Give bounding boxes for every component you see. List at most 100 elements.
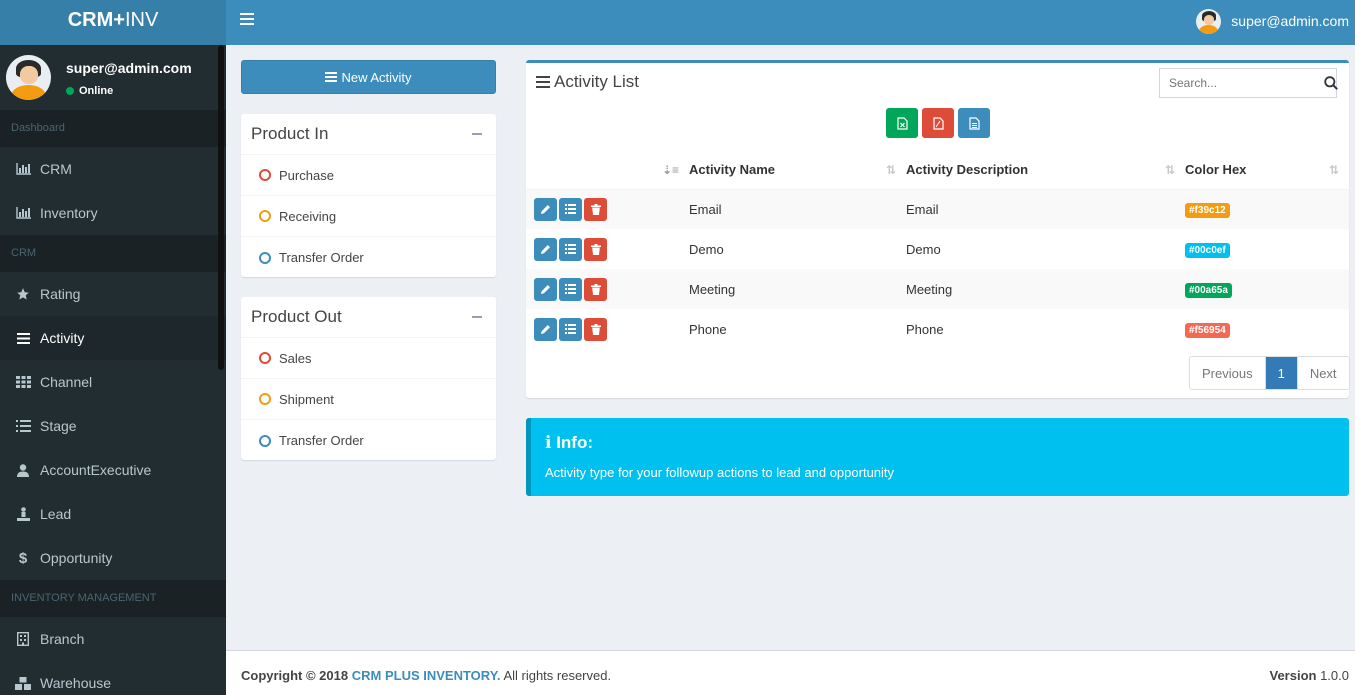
delete-button[interactable] bbox=[584, 197, 607, 221]
details-button[interactable] bbox=[559, 317, 582, 341]
trash-icon bbox=[590, 243, 601, 255]
sidebar-item-label: AccountExecutive bbox=[40, 462, 152, 478]
sidebar-item-label: Lead bbox=[40, 506, 72, 522]
product-out-transfer-order[interactable]: Transfer Order bbox=[241, 420, 496, 461]
building-icon bbox=[15, 632, 31, 646]
circle-icon bbox=[259, 210, 271, 222]
list-icon bbox=[565, 324, 576, 334]
sidebar-item-stage[interactable]: Stage bbox=[0, 404, 226, 448]
edit-button[interactable] bbox=[534, 277, 557, 301]
cell-activity-description: Demo bbox=[906, 241, 941, 257]
product-in-title: Product In bbox=[241, 114, 496, 155]
info-message: Activity type for your followup actions … bbox=[545, 465, 895, 480]
dollar-icon: $ bbox=[18, 549, 28, 567]
lead-icon bbox=[15, 507, 31, 521]
sidebar-item-channel[interactable]: Channel bbox=[0, 360, 226, 404]
cell-activity-name: Demo bbox=[689, 241, 724, 257]
export-excel-button[interactable] bbox=[886, 108, 918, 138]
list-icon bbox=[15, 420, 31, 432]
product-out-box: Product Out Sales Shipment Transfer Orde… bbox=[241, 297, 496, 460]
new-activity-button[interactable]: New Activity bbox=[241, 60, 496, 94]
details-button[interactable] bbox=[559, 197, 582, 221]
column-header-activity-description[interactable]: Activity Description ⇅ bbox=[906, 151, 1185, 190]
bar-chart-icon bbox=[15, 163, 31, 175]
pagination: Previous 1 Next bbox=[1189, 356, 1350, 390]
search-box bbox=[1159, 68, 1338, 98]
sort-icon: ⇅ bbox=[1328, 163, 1339, 177]
product-in-transfer-order[interactable]: Transfer Order bbox=[241, 237, 496, 278]
product-out-shipment[interactable]: Shipment bbox=[241, 379, 496, 420]
cell-activity-name: Meeting bbox=[689, 269, 906, 309]
delete-button[interactable] bbox=[584, 277, 607, 301]
sidebar-header-dashboard: Dashboard bbox=[0, 110, 226, 147]
sidebar-item-inventory[interactable]: Inventory bbox=[0, 191, 226, 235]
activity-list-title: Activity List bbox=[536, 72, 639, 92]
bar-chart-icon bbox=[15, 207, 31, 219]
pagination-page-1[interactable]: 1 bbox=[1264, 357, 1297, 389]
brand-bold: CRM+ bbox=[67, 9, 125, 31]
trash-icon bbox=[590, 283, 601, 295]
product-in-purchase[interactable]: Purchase bbox=[241, 155, 496, 196]
sort-icon: ⇅ bbox=[1164, 163, 1175, 177]
sidebar-item-activity[interactable]: Activity bbox=[0, 316, 226, 360]
list-icon bbox=[565, 204, 576, 215]
sort-desc-icon: ⇣≡ bbox=[661, 163, 679, 177]
navbar-user-menu[interactable]: super@admin.com bbox=[1196, 8, 1349, 34]
actions-column-header[interactable]: ⇣≡ bbox=[526, 151, 689, 190]
footer-brand-link[interactable]: CRM PLUS INVENTORY. bbox=[352, 668, 501, 683]
export-csv-button[interactable] bbox=[958, 108, 990, 138]
sidebar-item-warehouse[interactable]: Warehouse bbox=[0, 661, 226, 695]
sidebar-item-rating[interactable]: Rating bbox=[0, 272, 226, 316]
table-row: Demo Demo #00c0ef bbox=[526, 229, 1349, 269]
sidebar-item-accountexecutive[interactable]: AccountExecutive bbox=[0, 448, 226, 492]
list-icon bbox=[565, 244, 576, 254]
sidebar-item-label: CRM bbox=[40, 161, 72, 177]
bars-icon bbox=[15, 332, 31, 344]
sidebar: super@admin.com Online Dashboard CRM Inv… bbox=[0, 45, 226, 695]
footer: Copyright © 2018 CRM PLUS INVENTORY. All… bbox=[226, 650, 1355, 695]
sidebar-item-label: Stage bbox=[40, 418, 77, 434]
search-input[interactable] bbox=[1160, 69, 1324, 97]
column-header-activity-name[interactable]: Activity Name ⇅ bbox=[689, 151, 906, 190]
cubes-icon bbox=[15, 676, 31, 690]
export-pdf-button[interactable] bbox=[922, 108, 954, 138]
edit-button[interactable] bbox=[534, 237, 557, 261]
sidebar-item-branch[interactable]: Branch bbox=[0, 617, 226, 661]
collapse-minus-icon[interactable] bbox=[472, 316, 482, 318]
sidebar-scrollbar[interactable] bbox=[218, 45, 224, 370]
trash-icon bbox=[590, 203, 601, 215]
collapse-minus-icon[interactable] bbox=[472, 133, 482, 135]
activity-table: ⇣≡ Activity Name ⇅ Activity Description ⇅ … bbox=[526, 151, 1349, 349]
brand-light: INV bbox=[124, 9, 159, 31]
sidebar-item-label: Rating bbox=[40, 286, 81, 302]
cell-activity-name: Phone bbox=[689, 321, 727, 337]
top-navbar: super@admin.com bbox=[226, 0, 1355, 45]
sidebar-item-label: Channel bbox=[40, 374, 93, 390]
details-button[interactable] bbox=[559, 237, 582, 261]
product-in-receiving[interactable]: Receiving bbox=[241, 196, 496, 237]
sidebar-item-opportunity[interactable]: $ Opportunity bbox=[0, 536, 226, 580]
brand-logo[interactable]: CRM+INV bbox=[0, 0, 226, 45]
sidebar-item-crm[interactable]: CRM bbox=[0, 147, 226, 191]
edit-button[interactable] bbox=[534, 317, 557, 341]
info-title: i Info: bbox=[545, 433, 594, 453]
column-header-color-hex[interactable]: Color Hex ⇅ bbox=[1185, 151, 1349, 190]
sidebar-item-lead[interactable]: Lead bbox=[0, 492, 226, 536]
color-hex-badge: #f56954 bbox=[1185, 322, 1230, 338]
circle-icon bbox=[259, 169, 271, 181]
product-out-sales[interactable]: Sales bbox=[241, 338, 496, 379]
details-button[interactable] bbox=[559, 277, 582, 301]
sidebar-toggle-icon[interactable] bbox=[240, 13, 254, 27]
search-icon[interactable] bbox=[1324, 76, 1338, 90]
delete-button[interactable] bbox=[584, 237, 607, 261]
delete-button[interactable] bbox=[584, 317, 607, 341]
export-buttons bbox=[886, 108, 990, 138]
pagination-next[interactable]: Next bbox=[1296, 357, 1349, 389]
sort-icon: ⇅ bbox=[885, 163, 896, 177]
sidebar-item-label: Branch bbox=[40, 631, 85, 647]
pdf-file-icon bbox=[932, 116, 944, 130]
edit-button[interactable] bbox=[534, 197, 557, 221]
pagination-previous[interactable]: Previous bbox=[1190, 357, 1265, 389]
sidebar-item-label: Inventory bbox=[40, 205, 98, 221]
circle-icon bbox=[259, 393, 271, 405]
